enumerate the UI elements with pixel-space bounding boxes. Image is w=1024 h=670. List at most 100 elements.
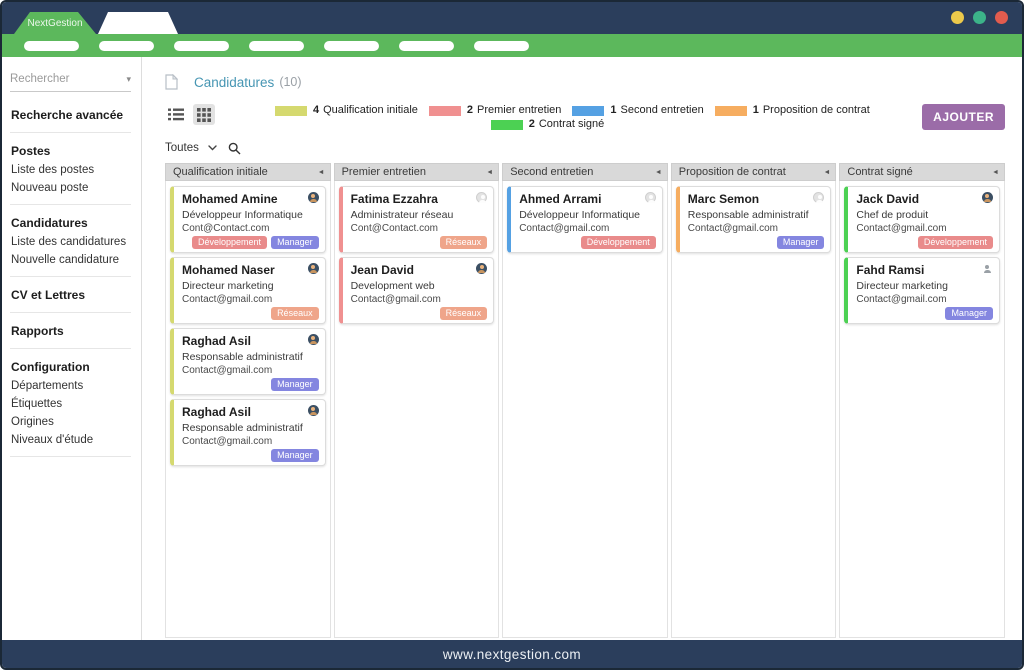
sidebar-item-nouveau-poste[interactable]: Nouveau poste — [10, 179, 141, 197]
candidate-email: Contact@gmail.com — [519, 223, 610, 234]
column-header[interactable]: Contrat signé ◄ — [839, 163, 1005, 181]
candidate-card[interactable]: Mohamed Naser Directeur marketing Contact@… — [170, 257, 326, 324]
maximize-icon[interactable] — [973, 11, 986, 24]
column-title: Second entretien — [510, 166, 594, 178]
sidebar-item-recherche-avancée[interactable]: Recherche avancée — [10, 104, 141, 125]
collapse-column-icon[interactable]: ◄ — [318, 169, 325, 176]
column-body: Fatima Ezzahra Administrateur réseau Cont@… — [333, 181, 500, 638]
sidebar-divider — [10, 204, 131, 205]
sidebar-item-postes[interactable]: Postes — [10, 140, 141, 161]
nav-pill-6[interactable] — [399, 40, 454, 51]
collapse-column-icon[interactable]: ◄ — [655, 169, 662, 176]
legend-count: 1 — [610, 104, 617, 116]
tag-list: Manager — [688, 236, 825, 249]
list-view-icon[interactable] — [165, 104, 187, 125]
search-icon[interactable] — [228, 142, 241, 155]
candidate-card[interactable]: Raghad Asil Responsable administratif Cont… — [170, 399, 326, 466]
tag[interactable]: Manager — [271, 378, 319, 391]
column-header[interactable]: Second entretien ◄ — [502, 163, 668, 181]
nav-pill-2[interactable] — [99, 40, 154, 51]
board-column-4: Proposition de contrat ◄ Marc Semon Respons… — [670, 163, 837, 638]
sidebar-item-liste-des-postes[interactable]: Liste des postes — [10, 161, 141, 179]
collapse-column-icon[interactable]: ◄ — [992, 169, 999, 176]
sidebar-item-origines[interactable]: Origines — [10, 413, 141, 431]
sidebar-item-configuration[interactable]: Configuration — [10, 356, 141, 377]
filter-dropdown[interactable]: Toutes — [165, 142, 199, 154]
legend-count: 1 — [752, 104, 759, 116]
tag[interactable]: Réseaux — [439, 307, 488, 320]
sidebar-item-liste-des-candidatures[interactable]: Liste des candidatures — [10, 233, 141, 251]
candidate-role: Directeur marketing — [856, 280, 948, 292]
tag[interactable]: Réseaux — [439, 236, 488, 249]
sidebar-divider — [10, 456, 131, 457]
tag[interactable]: Développement — [580, 236, 656, 249]
legend-label: Qualification initiale — [323, 104, 418, 116]
secondary-tab[interactable] — [98, 12, 178, 34]
candidate-name: Marc Semon — [687, 192, 760, 206]
sidebar-item-étiquettes[interactable]: Étiquettes — [10, 395, 141, 413]
column-header[interactable]: Premier entretien ◄ — [333, 163, 500, 181]
sidebar-divider — [10, 312, 131, 313]
sidebar-item-cv-et-lettres[interactable]: CV et Lettres — [10, 284, 141, 305]
column-body: Jack David Chef de produit Contact@gmail.c… — [839, 181, 1005, 638]
candidate-card[interactable]: Marc Semon Responsable administratif Conta… — [675, 186, 832, 253]
tag[interactable]: Développement — [917, 236, 993, 249]
tag-list: Manager — [856, 307, 993, 320]
tag[interactable]: Manager — [945, 307, 993, 320]
search-select[interactable]: Rechercher ▾ — [10, 71, 131, 92]
legend-label: Premier entretien — [477, 104, 562, 116]
close-icon[interactable] — [995, 11, 1008, 24]
tag[interactable]: Manager — [271, 449, 319, 462]
collapse-column-icon[interactable]: ◄ — [486, 169, 493, 176]
add-button[interactable]: AJOUTER — [922, 104, 1005, 130]
candidate-card[interactable]: Mohamed Amine Développeur Informatique Con… — [170, 186, 326, 253]
avatar-icon — [644, 192, 656, 203]
candidate-card[interactable]: Raghad Asil Responsable administratif Cont… — [170, 328, 326, 395]
candidate-role: Développeur Informatique — [519, 209, 641, 221]
candidate-name: Mohamed Naser — [182, 263, 275, 277]
page-title[interactable]: Candidatures — [194, 75, 274, 90]
column-title: Qualification initiale — [173, 166, 268, 178]
footer-url[interactable]: www.nextgestion.com — [443, 647, 581, 662]
nav-pill-7[interactable] — [474, 40, 529, 51]
candidate-card[interactable]: Jack David Chef de produit Contact@gmail.c… — [844, 186, 1000, 253]
sidebar-item-nouvelle-candidature[interactable]: Nouvelle candidature — [10, 251, 141, 269]
candidate-email: Contact@gmail.com — [350, 294, 441, 305]
minimize-icon[interactable] — [951, 11, 964, 24]
column-title: Contrat signé — [847, 166, 913, 178]
brand-logo: NextGestion — [27, 17, 83, 29]
candidate-card[interactable]: Fahd Ramsi Directeur marketing Contact@gma… — [844, 257, 1000, 324]
tag[interactable]: Réseaux — [271, 307, 319, 320]
chevron-down-icon[interactable] — [208, 145, 217, 151]
candidate-card[interactable]: Ahmed Arrami Développeur Informatique Cont… — [507, 186, 663, 253]
nav-pill-4[interactable] — [249, 40, 304, 51]
avatar-icon — [813, 192, 825, 203]
tag[interactable]: Développement — [192, 236, 268, 249]
tag[interactable]: Manager — [271, 236, 319, 249]
nav-pill-5[interactable] — [324, 40, 379, 51]
column-header[interactable]: Qualification initiale ◄ — [165, 163, 331, 181]
chevron-down-icon: ▾ — [126, 73, 131, 84]
legend-item: 1 Second entretien — [572, 104, 704, 117]
sidebar-item-départements[interactable]: Départements — [10, 377, 141, 395]
nav-pill-1[interactable] — [24, 40, 79, 51]
candidate-email: Contact@gmail.com — [856, 294, 947, 305]
board-column-3: Second entretien ◄ Ahmed Arrami Développeur… — [502, 163, 668, 638]
tag[interactable]: Manager — [776, 236, 825, 249]
candidate-card[interactable]: Jean David Development web Contact@gmail.c… — [338, 257, 495, 324]
nav-pill-3[interactable] — [174, 40, 229, 51]
sidebar-divider — [10, 276, 131, 277]
column-header[interactable]: Proposition de contrat ◄ — [670, 163, 837, 181]
collapse-column-icon[interactable]: ◄ — [823, 169, 830, 176]
sidebar-item-niveaux-d'étude[interactable]: Niveaux d'étude — [10, 431, 141, 449]
sidebar-item-candidatures[interactable]: Candidatures — [10, 212, 141, 233]
tag-list: Développement — [519, 236, 656, 249]
grid-view-icon[interactable] — [193, 104, 215, 125]
sidebar-item-rapports[interactable]: Rapports — [10, 320, 141, 341]
view-switcher — [165, 104, 215, 125]
brand-tab[interactable]: NextGestion — [14, 12, 96, 34]
legend-item: 2 Premier entretien — [428, 104, 562, 117]
legend-swatch — [428, 105, 461, 116]
tag-list: Réseaux — [182, 307, 319, 320]
candidate-card[interactable]: Fatima Ezzahra Administrateur réseau Cont@… — [338, 186, 495, 253]
